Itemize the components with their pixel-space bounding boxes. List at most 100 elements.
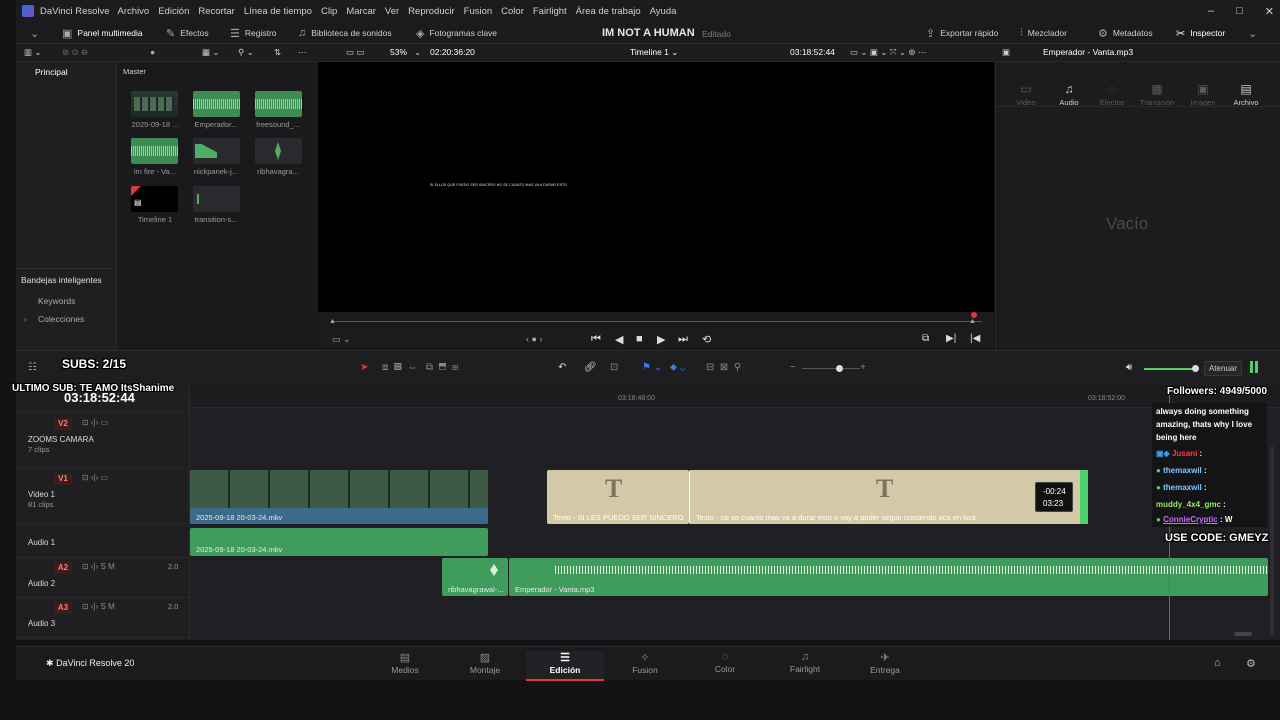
- sound-library-button[interactable]: ♫ Biblioteca de sonidos: [298, 22, 392, 44]
- track-header-v2[interactable]: V2 ⊡ ‹|› ▭ ZOOMS CAMARA 7 clips: [16, 412, 190, 468]
- menu-fusion[interactable]: Fusion: [464, 6, 493, 17]
- lock-icon[interactable]: ⊡: [610, 362, 618, 373]
- mark-in-button[interactable]: ▶|: [946, 333, 956, 344]
- menu-marcar[interactable]: Marcar: [346, 6, 376, 17]
- selection-tool-icon[interactable]: ➤: [360, 362, 368, 373]
- menu-archivo[interactable]: Archivo: [118, 6, 150, 17]
- media-thumb-video[interactable]: [131, 91, 178, 117]
- timeline-clip-video[interactable]: 2025-09-18 20-03-24.mkv: [190, 470, 488, 524]
- close-button[interactable]: ✕: [1265, 5, 1274, 18]
- toggle-inspector-panel[interactable]: ⌄: [1248, 22, 1257, 44]
- trim-handle[interactable]: [1080, 470, 1088, 524]
- menu-area-de-trabajo[interactable]: Área de trabajo: [576, 6, 641, 17]
- track-controls-icons[interactable]: ⊡ ‹|› S M: [82, 562, 115, 571]
- loop-button[interactable]: ⟲: [702, 333, 711, 346]
- scrubber-end-handle[interactable]: ▲: [969, 318, 976, 325]
- zoom-in-icon[interactable]: +: [860, 362, 866, 373]
- page-tab-fairlight[interactable]: ♫ Fairlight: [766, 651, 844, 681]
- program-viewer[interactable]: SI ELLOS QUE PUEDO SER SINCERO NO SE CUA…: [318, 62, 994, 312]
- effects-button[interactable]: ✎ Efectos: [166, 22, 209, 44]
- volume-icon[interactable]: 🔊︎: [1126, 362, 1132, 373]
- track-controls-icons[interactable]: ⊡ ‹|› ▭: [82, 473, 108, 482]
- bin-principal[interactable]: Principal: [35, 67, 68, 77]
- inspector-tab-image[interactable]: ▣ Imagen: [1181, 82, 1225, 107]
- play-button[interactable]: ▶: [657, 333, 665, 346]
- media-thumb-audio[interactable]: [193, 186, 240, 212]
- playhead-marker[interactable]: [971, 312, 977, 318]
- link-icon[interactable]: ⊘ ⊙ ⊖: [62, 47, 88, 58]
- mixer-button[interactable]: ⫶ Mezclador: [1020, 22, 1067, 44]
- timeline-clip-audio[interactable]: ribhavagrawal-...: [442, 558, 508, 596]
- media-thumb-timeline[interactable]: ▤: [131, 186, 178, 212]
- track-controls-icons[interactable]: ⊡ ‹|› S M: [82, 602, 115, 611]
- grid-view-icon[interactable]: ▦ ⌄: [202, 47, 220, 58]
- play-reverse-button[interactable]: ◀: [615, 333, 623, 346]
- minimize-button[interactable]: –: [1208, 5, 1214, 17]
- mark-out-button[interactable]: |◀: [970, 333, 980, 344]
- menu-ayuda[interactable]: Ayuda: [650, 6, 677, 17]
- page-tab-medios[interactable]: ▤ Medios: [366, 651, 444, 681]
- track-header-a3[interactable]: A3 ⊡ ‹|› S M 2.0 Audio 3: [16, 598, 190, 638]
- slider-dot[interactable]: ●: [150, 47, 155, 57]
- flag-icon[interactable]: ⚑ ⌄: [642, 362, 662, 373]
- inspector-tab-audio[interactable]: ♫ Audio: [1047, 82, 1091, 107]
- gear-icon[interactable]: ⚙: [1246, 657, 1256, 670]
- media-thumb-audio[interactable]: [193, 91, 240, 117]
- match-frame-button[interactable]: ⧉: [922, 333, 929, 344]
- keyframes-button[interactable]: ◈ Fotogramas clave: [416, 22, 497, 44]
- track-controls-icons[interactable]: ⊡ ‹|› ▭: [82, 418, 108, 427]
- home-icon[interactable]: ⌂: [1214, 657, 1221, 669]
- zoom-level[interactable]: 53%: [390, 47, 407, 57]
- edit-tools-icons[interactable]: ⧈ ▤ ⇔ ⧉ ⬒ ⊞: [382, 362, 458, 373]
- timeline-view-options-icon[interactable]: ☷: [28, 362, 37, 373]
- marker-icon[interactable]: ⬥ ⌄: [670, 362, 685, 373]
- media-thumb-audio[interactable]: [255, 91, 302, 117]
- attenuate-button[interactable]: Atenuar: [1204, 361, 1243, 376]
- chevron-down-icon[interactable]: ⌄: [414, 47, 421, 58]
- more-icon[interactable]: ⋯: [298, 47, 307, 58]
- page-tab-color[interactable]: ◌ Color: [686, 651, 764, 681]
- maximize-button[interactable]: □: [1236, 5, 1243, 17]
- smart-bin-collections[interactable]: Colecciones: [38, 314, 84, 324]
- viewer-options-icon[interactable]: ▭ ⌄: [332, 334, 351, 345]
- menu-reproducir[interactable]: Reproducir: [408, 6, 454, 17]
- snapping-icon[interactable]: ↶: [558, 362, 566, 373]
- page-tab-entrega[interactable]: ✈ Entrega: [846, 651, 924, 681]
- track-header-v1[interactable]: V1 ⊡ ‹|› ▭ Video 1 81 clips: [16, 468, 190, 524]
- go-to-end-button[interactable]: ⏭: [678, 333, 688, 346]
- page-tab-montaje[interactable]: ▨ Montaje: [446, 651, 524, 681]
- page-tab-fusion[interactable]: ✧ Fusion: [606, 651, 684, 681]
- menu-ver[interactable]: Ver: [385, 6, 399, 17]
- track-header-a1[interactable]: Audio 1: [16, 524, 190, 558]
- smart-bin-keywords[interactable]: Keywords: [38, 296, 75, 306]
- inspector-tab-file[interactable]: ▤ Archivo: [1224, 82, 1268, 107]
- chevron-right-icon[interactable]: ›: [24, 314, 27, 324]
- viewer-mode-icon[interactable]: ▭ ▭: [346, 47, 364, 58]
- timeline-selector[interactable]: Timeline 1 ⌄: [630, 47, 678, 58]
- metadata-button[interactable]: ⚙ Metadatos: [1098, 22, 1153, 44]
- media-thumb-audio[interactable]: [193, 138, 240, 164]
- track-header-a2[interactable]: A2 ⊡ ‹|› S M 2.0 Audio 2: [16, 558, 190, 598]
- media-thumb-audio[interactable]: [131, 138, 178, 164]
- jog-wheel[interactable]: ‹ ● ›: [526, 334, 542, 344]
- menu-edicion[interactable]: Edición: [158, 6, 189, 17]
- search-icon[interactable]: ⚲ ⌄: [238, 47, 254, 58]
- link-icon[interactable]: 🔗︎: [584, 362, 597, 373]
- volume-knob[interactable]: [1192, 365, 1199, 372]
- stop-button[interactable]: ■: [636, 333, 643, 345]
- scrubber-start-handle[interactable]: ▲: [329, 318, 336, 325]
- inspector-button[interactable]: ✂ Inspector: [1176, 22, 1225, 44]
- menu-clip[interactable]: Clip: [321, 6, 337, 17]
- timeline-tracks[interactable]: 03:18:48:00 03:18:52:00 2025-09-18 20-03…: [190, 386, 1280, 640]
- inspector-layout-icon[interactable]: ▣: [1002, 47, 1010, 58]
- page-tab-edicion[interactable]: ☰ Edición: [526, 651, 604, 681]
- vertical-scrollbar[interactable]: [1270, 446, 1274, 636]
- quick-export-button[interactable]: ⇪ Exportar rápido: [926, 22, 998, 44]
- media-pool-button[interactable]: ▣ Panel multimedia: [62, 22, 152, 44]
- timeline-clip-audio[interactable]: Emperador - Vanta.mp3: [509, 558, 1268, 596]
- layout-icon[interactable]: ▥ ⌄: [24, 47, 42, 58]
- inspector-tab-transition[interactable]: ▦ Transición: [1135, 82, 1179, 107]
- menu-color[interactable]: Color: [501, 6, 524, 17]
- timeline-clip-text[interactable]: T Texto - no se cuanto mas va a durar es…: [689, 470, 1084, 524]
- scrubber-bar[interactable]: ▲ ▲: [329, 312, 982, 326]
